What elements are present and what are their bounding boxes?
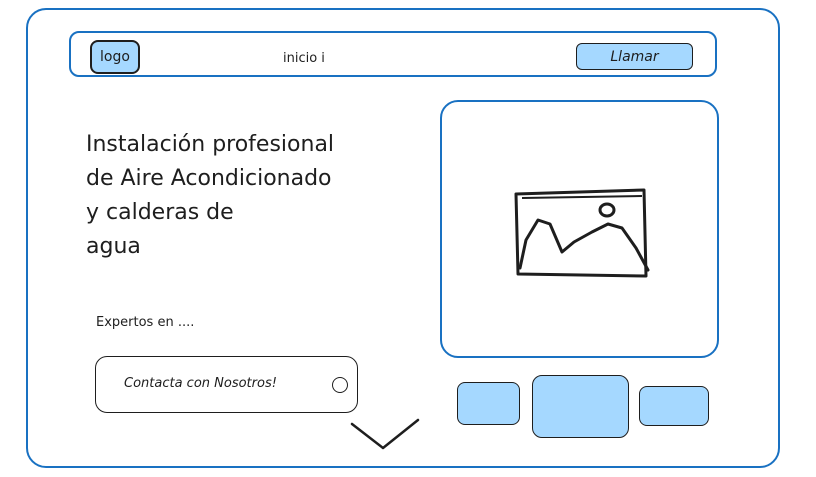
thumbnail-2[interactable] bbox=[532, 375, 629, 438]
call-button[interactable]: Llamar bbox=[576, 43, 693, 70]
call-button-label: Llamar bbox=[610, 48, 659, 65]
contact-button[interactable]: Contacta con Nosotros! bbox=[95, 356, 358, 413]
hero-title: Instalación profesional de Aire Acondici… bbox=[86, 132, 335, 259]
image-placeholder-icon bbox=[514, 188, 650, 278]
nav-link-inicio[interactable]: inicio i bbox=[283, 51, 325, 66]
circle-icon bbox=[332, 377, 348, 393]
thumbnail-1[interactable] bbox=[457, 382, 520, 425]
contact-button-label: Contacta con Nosotros! bbox=[124, 376, 277, 391]
hero-subtitle: Expertos en .... bbox=[96, 315, 195, 330]
thumbnail-3[interactable] bbox=[639, 386, 709, 426]
logo-label: logo bbox=[100, 49, 130, 65]
chevron-down-icon[interactable] bbox=[350, 418, 422, 452]
logo[interactable]: logo bbox=[90, 40, 140, 74]
hero-image-panel bbox=[440, 100, 719, 358]
